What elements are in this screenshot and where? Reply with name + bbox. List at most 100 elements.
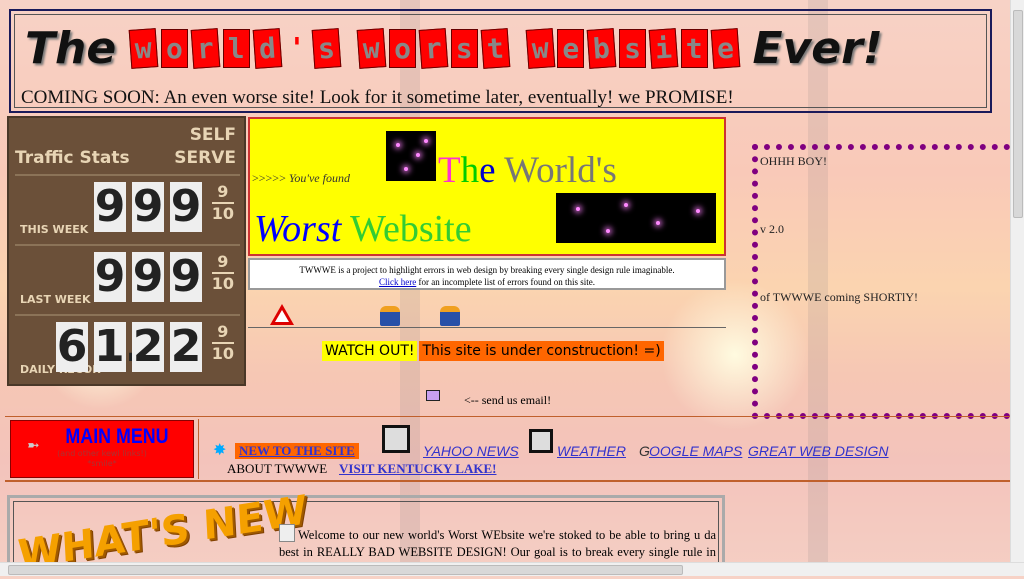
found-label: You've found — [288, 171, 350, 185]
great-web-design-link[interactable]: GREAT WEB DESIGN — [748, 443, 889, 459]
yahoo-news-link[interactable]: YAHOO NEWS — [423, 443, 519, 459]
logo-letter-tile: e — [710, 28, 740, 69]
main-menu-title: MAIN MENU — [65, 425, 169, 448]
description-box: TWWWE is a project to highlight errors i… — [248, 258, 726, 290]
site-logo: The w o r l d ' s worst website Ever! — [25, 23, 883, 74]
coming-soon-text: COMING SOON: An even worse site! Look fo… — [21, 87, 734, 108]
watch-out-text: WATCH OUT! — [322, 341, 418, 361]
announce-line-2: v 2.0 — [760, 222, 784, 236]
banner-the-worlds: The World's — [438, 149, 617, 192]
google-maps-link[interactable]: OOGLE MAPS — [649, 443, 742, 459]
logo-letter-tile — [513, 29, 523, 68]
logo-letter-tile: s — [312, 28, 342, 69]
under-construction-text: This site is under construction! =) — [419, 341, 664, 361]
logo-the: The — [25, 23, 117, 74]
digit-card: 9 — [132, 251, 164, 302]
construction-strip — [248, 298, 726, 328]
main-navigation: ➼ MAIN MENU (and other kewl links!) *smi… — [5, 416, 1010, 482]
digit-card: 9 — [94, 251, 126, 302]
letter-h: h — [460, 150, 480, 191]
logo-tiles: w o r l d ' s worst website — [128, 28, 740, 69]
construction-sign-icon — [270, 304, 294, 325]
main-menu-box: ➼ MAIN MENU (and other kewl links!) *smi… — [10, 420, 194, 478]
description-text: TWWWE is a project to highlight errors i… — [299, 265, 675, 275]
banner-worst-website: Worst Website — [254, 207, 472, 251]
new-badge-icon: ✸ — [213, 442, 227, 459]
letter-t: T — [438, 150, 461, 191]
digit-card: 2 — [170, 321, 202, 372]
digit-card: 9 — [132, 181, 164, 232]
weather-link[interactable]: WEATHER — [557, 443, 626, 459]
vertical-scrollbar[interactable] — [1010, 0, 1024, 562]
smile-text: *smile* — [87, 459, 117, 468]
stats-row: LAST WEEK 9 9 9 9 10 — [15, 244, 240, 312]
description-text-2: for an incomplete list of errors found o… — [416, 277, 595, 287]
logo-letter-tile: s — [450, 29, 478, 68]
logo-letter-tile: o — [389, 29, 416, 68]
fraction-numerator: 9 — [217, 322, 229, 341]
sparkle-image — [556, 193, 716, 243]
digit-card: 1. — [94, 321, 142, 372]
new-to-site-link[interactable]: NEW TO THE SITE — [235, 443, 359, 459]
version-announcement: OHHH BOY! v 2.0 of TWWWE coming SHORTlY! — [752, 144, 1022, 419]
logo-letter-tile: t — [680, 29, 708, 68]
fraction-nine-tenths: 9 10 — [211, 322, 234, 364]
email-envelope-icon[interactable] — [426, 390, 440, 401]
arrows: >>>>> — [252, 171, 289, 185]
digit-card: 9 — [170, 181, 202, 232]
website-word: Website — [341, 208, 472, 250]
traffic-stats-board: Traffic Stats SELF SERVE THIS WEEK 9 9 9 9 10 L… — [7, 116, 246, 386]
worker-icon — [380, 306, 400, 326]
digit-card: 2 — [132, 321, 164, 372]
digit-card: 9 — [170, 251, 202, 302]
horizontal-scrollbar[interactable] — [0, 562, 1024, 576]
worker-icon — [440, 306, 460, 326]
errors-list-link[interactable]: Click here — [379, 277, 416, 287]
digit-counter: 6 1. 2 2 — [56, 322, 202, 372]
fraction-numerator: 9 — [217, 182, 229, 201]
stats-row: THIS WEEK 9 9 9 9 10 — [15, 174, 240, 242]
newspaper-icon — [382, 425, 410, 453]
digit-counter: 999 — [94, 182, 202, 232]
digit-card: 9 — [94, 181, 126, 232]
logo-letter-tile: l — [222, 29, 250, 68]
announce-line-1: OHHH BOY! — [760, 154, 827, 168]
worlds-word: World's — [495, 150, 617, 191]
fraction-nine-tenths: 9 10 — [211, 252, 234, 294]
digit-card: 6 — [56, 321, 88, 372]
construction-warning: WATCH OUT! This site is under constructio… — [322, 341, 664, 361]
announce-line-3: of TWWWE coming SHORTlY! — [760, 290, 919, 304]
self-text: SELF — [189, 125, 236, 145]
site-header: The w o r l d ' s worst website Ever! COMING S… — [9, 9, 992, 113]
logo-letter-tile: t — [480, 28, 510, 69]
fraction-numerator: 9 — [217, 252, 229, 271]
logo-letter-tile: w — [356, 28, 387, 69]
letter-e: e — [479, 150, 496, 191]
logo-letter-tile: w — [525, 28, 555, 69]
fraction-denominator: 10 — [211, 342, 234, 363]
stats-row-label: LAST WEEK — [20, 293, 91, 306]
logo-letter-tile: r — [190, 28, 221, 69]
logo-letter-tile: w — [128, 28, 159, 69]
logo-letter-tile: r — [418, 28, 449, 69]
weather-icon — [529, 429, 553, 453]
logo-letter-tile — [344, 29, 354, 68]
send-email-text: <-- send us email! — [464, 393, 552, 407]
logo-letter-tile: b — [586, 28, 617, 69]
about-twwwe-link[interactable]: ABOUT TWWWE — [227, 461, 327, 477]
serve-text: SERVE — [174, 148, 236, 168]
stats-row: DAILY RECOR61.22910 — [15, 314, 240, 382]
found-text: >>>>> You've found — [252, 171, 350, 186]
vertical-scroll-thumb[interactable] — [1013, 10, 1023, 218]
fraction-denominator: 10 — [211, 272, 234, 293]
horizontal-scroll-thumb[interactable] — [8, 565, 683, 575]
nav-links: ✸ NEW TO THE SITE YAHOO NEWS WEATHER G O… — [198, 419, 1010, 479]
broken-image-icon — [279, 524, 295, 542]
title-banner: >>>>> You've found The World's Worst Web… — [248, 117, 726, 256]
self-serve-label: SELF SERVE — [174, 124, 236, 170]
fraction-nine-tenths: 9 10 — [211, 182, 234, 224]
kentucky-lake-link[interactable]: VISIT KENTUCKY LAKE! — [339, 461, 496, 477]
logo-letter-tile: i — [648, 28, 679, 69]
logo-letter-tile: ' — [288, 31, 306, 64]
worst-word: Worst — [254, 208, 342, 250]
